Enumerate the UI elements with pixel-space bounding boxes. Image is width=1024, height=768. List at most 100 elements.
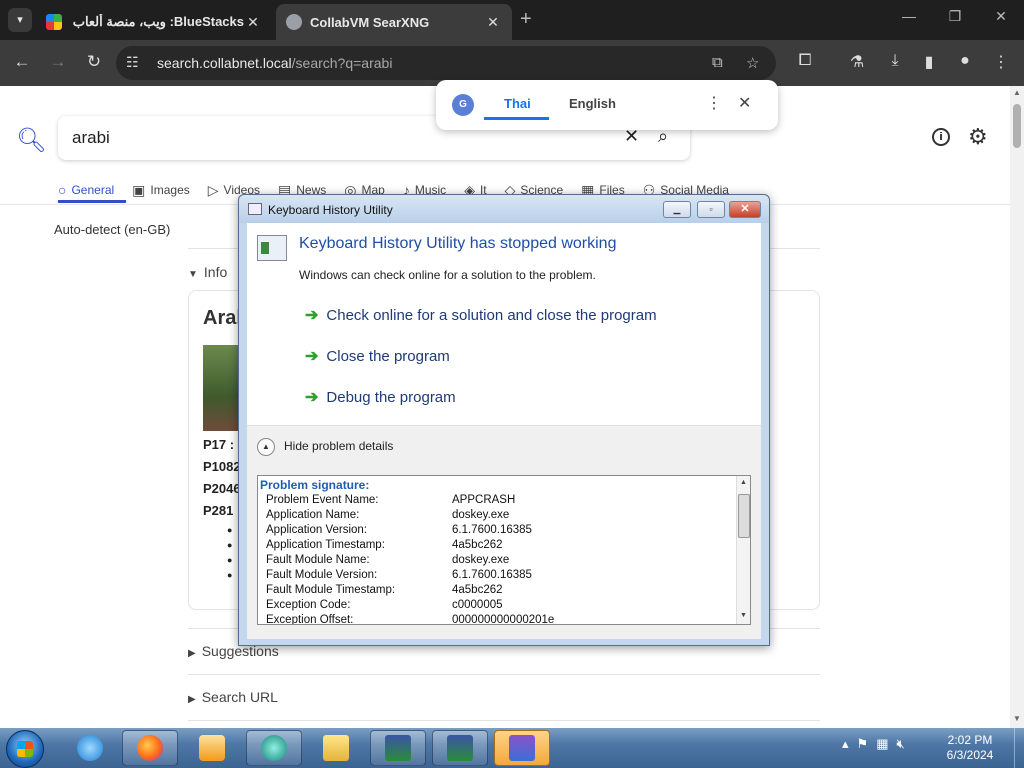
signature-field: Fault Module Timestamp: bbox=[266, 584, 396, 596]
action-center-flag-icon[interactable]: ⚑ bbox=[857, 736, 869, 752]
tab-close-icon[interactable]: ✕ bbox=[244, 14, 262, 31]
start-button[interactable] bbox=[6, 730, 44, 768]
taskbar-media-player[interactable] bbox=[184, 730, 240, 766]
problem-details-box[interactable]: Problem signature: Problem Event Name: A… bbox=[257, 475, 751, 625]
selected-language-underline bbox=[484, 117, 549, 120]
page-scrollbar[interactable]: ▲ ▼ bbox=[1010, 86, 1024, 728]
taskbar-firefox[interactable] bbox=[122, 730, 178, 766]
extensions-icon[interactable]: ⧠ bbox=[794, 52, 816, 70]
green-arrow-icon: ➔ bbox=[305, 348, 319, 365]
translate-icon[interactable]: ⧉ bbox=[712, 54, 723, 71]
searxng-logo-icon[interactable]: 🔍︎ bbox=[16, 126, 46, 155]
globe-favicon-icon bbox=[286, 14, 302, 30]
hide-details-toggle[interactable]: Hide problem details bbox=[284, 439, 393, 453]
taskbar-ie[interactable] bbox=[62, 730, 118, 766]
google-translate-icon: G bbox=[452, 94, 474, 116]
signature-field: Application Timestamp: bbox=[266, 539, 385, 551]
translate-popup: G Thai English ⋮ ✕ bbox=[436, 80, 778, 130]
teal-app-icon bbox=[261, 735, 287, 761]
volume-muted-icon[interactable]: 🔇︎ bbox=[896, 736, 904, 752]
scroll-thumb[interactable] bbox=[1013, 104, 1021, 148]
browser-tab-bar: ▾ BlueStacks: ويب، منصة ألعاب سحابية ✕ C… bbox=[0, 0, 1024, 40]
list-bullet: ● bbox=[227, 555, 233, 565]
chevron-up-icon[interactable]: ▲ bbox=[257, 438, 275, 456]
signature-value: APPCRASH bbox=[452, 494, 516, 506]
tray-expand-icon[interactable]: ▴ bbox=[842, 736, 849, 752]
close-program-option[interactable]: ➔ Close the program bbox=[305, 346, 450, 366]
browser-menu-icon[interactable]: ⋮ bbox=[990, 52, 1012, 72]
show-desktop-button[interactable] bbox=[1014, 728, 1024, 768]
taskbar-explorer[interactable] bbox=[308, 730, 364, 766]
taskbar-visual-studio[interactable] bbox=[494, 730, 550, 766]
firefox-icon bbox=[137, 735, 163, 761]
dialog-close-icon[interactable]: ✕ bbox=[729, 201, 761, 218]
address-bar[interactable]: ☷ search.collabnet.local/search?q=arabi … bbox=[116, 46, 776, 80]
details-area: Problem signature: Problem Event Name: A… bbox=[247, 465, 761, 639]
forward-button[interactable]: → bbox=[46, 52, 70, 72]
site-info-icon[interactable]: ☷ bbox=[126, 54, 139, 71]
signature-value: doskey.exe bbox=[452, 554, 510, 566]
category-general[interactable]: ○ General bbox=[58, 178, 114, 202]
details-scroll-up-icon[interactable]: ▲ bbox=[740, 479, 747, 486]
dialog-minimize-icon[interactable]: ▁ bbox=[663, 201, 691, 218]
translate-close-icon[interactable]: ✕ bbox=[738, 93, 751, 113]
details-scrollbar[interactable]: ▲ ▼ bbox=[736, 476, 750, 624]
translate-source-language[interactable]: Thai bbox=[504, 96, 531, 111]
tab-bluestacks[interactable]: BlueStacks: ويب، منصة ألعاب سحابية ✕ bbox=[36, 4, 272, 40]
search-input[interactable]: arabi bbox=[72, 128, 110, 148]
tab-searxng[interactable]: CollabVM SearXNG ✕ bbox=[276, 4, 512, 40]
tab-search-button[interactable]: ▾ bbox=[8, 8, 32, 32]
signature-value: doskey.exe bbox=[452, 509, 510, 521]
back-button[interactable]: ← bbox=[10, 52, 34, 72]
minimize-icon[interactable]: — bbox=[894, 8, 924, 24]
scroll-up-icon[interactable]: ▲ bbox=[1013, 88, 1021, 97]
reload-button[interactable]: ↻ bbox=[82, 52, 106, 72]
taskbar-keyboard-utility-2[interactable] bbox=[432, 730, 488, 766]
debug-program-option[interactable]: ➔ Debug the program bbox=[305, 387, 456, 407]
infobox-property: P1082 bbox=[203, 459, 241, 474]
taskbar-keyboard-utility[interactable] bbox=[370, 730, 426, 766]
new-tab-button[interactable]: + bbox=[520, 8, 532, 31]
signature-field: Problem Event Name: bbox=[266, 494, 379, 506]
program-error-icon bbox=[257, 235, 287, 261]
collapsed-triangle-icon: ▶ bbox=[188, 694, 196, 705]
info-section-toggle[interactable]: ▼ Info bbox=[188, 264, 227, 280]
download-icon[interactable]: ⤓ bbox=[884, 52, 906, 70]
preferences-gear-icon[interactable]: ⚙ bbox=[968, 124, 988, 150]
image-icon: ▣ bbox=[132, 181, 146, 198]
bookmark-star-icon[interactable]: ☆ bbox=[746, 54, 759, 72]
dialog-title-bar[interactable]: Keyboard History Utility ▁ ▫ ✕ bbox=[239, 195, 769, 223]
check-online-option[interactable]: ➔ Check online for a solution and close t… bbox=[305, 305, 657, 325]
infobox-property: P17 : bbox=[203, 437, 235, 452]
signature-value: 000000000000201e bbox=[452, 614, 555, 625]
translate-options-icon[interactable]: ⋮ bbox=[706, 93, 722, 113]
category-images[interactable]: ▣ Images bbox=[132, 178, 190, 202]
green-arrow-icon: ➔ bbox=[305, 307, 319, 324]
about-info-icon[interactable]: i bbox=[932, 128, 950, 146]
signature-value: 6.1.7600.16385 bbox=[452, 569, 532, 581]
taskbar-bluestacks-app[interactable] bbox=[246, 730, 302, 766]
active-category-underline bbox=[58, 200, 126, 203]
infobox-photo[interactable] bbox=[203, 345, 243, 431]
scroll-down-icon[interactable]: ▼ bbox=[1013, 714, 1021, 723]
profile-avatar-icon[interactable]: ● bbox=[954, 52, 976, 70]
taskbar-clock[interactable]: 2:02 PM 6/3/2024 bbox=[930, 733, 1010, 763]
restore-icon[interactable]: ❐ bbox=[940, 8, 970, 25]
signature-field: Exception Offset: bbox=[266, 614, 354, 625]
url-text: search.collabnet.local/search?q=arabi bbox=[157, 55, 393, 71]
search-url-section-toggle[interactable]: ▶ Search URL bbox=[188, 689, 278, 705]
network-icon[interactable]: ▦ bbox=[876, 736, 888, 752]
tab-close-icon[interactable]: ✕ bbox=[484, 14, 502, 31]
signature-value: c0000005 bbox=[452, 599, 503, 611]
side-panel-icon[interactable]: ▮ bbox=[918, 52, 940, 72]
translate-target-language[interactable]: English bbox=[569, 96, 616, 111]
infobox-property: P2046 bbox=[203, 481, 241, 496]
tab-title: BlueStacks: ويب، منصة ألعاب سحابية bbox=[70, 14, 244, 29]
window-close-icon[interactable]: ✕ bbox=[986, 8, 1016, 25]
details-scroll-down-icon[interactable]: ▼ bbox=[740, 612, 747, 619]
dialog-maximize-icon[interactable]: ▫ bbox=[697, 201, 725, 218]
search-icon: ○ bbox=[58, 182, 67, 198]
labs-flask-icon[interactable]: ⚗ bbox=[846, 52, 868, 72]
details-scroll-thumb[interactable] bbox=[738, 494, 750, 538]
language-autodetect[interactable]: Auto-detect (en-GB) bbox=[54, 222, 170, 237]
